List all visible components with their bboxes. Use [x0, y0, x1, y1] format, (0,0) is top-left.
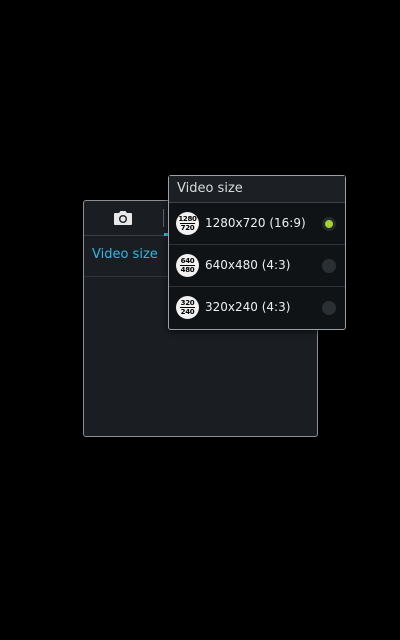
option-320x240[interactable]: 320 240 320x240 (4:3): [169, 286, 345, 329]
option-label: 1280x720 (16:9): [205, 216, 306, 230]
dialog-title: Video size: [177, 181, 243, 196]
resolution-icon: 1280 720: [176, 212, 199, 235]
tab-camera[interactable]: [84, 201, 162, 235]
video-size-dialog: Video size 1280 720 1280x720 (16:9) 640 …: [168, 175, 346, 330]
dialog-header: Video size: [169, 176, 345, 203]
screen: Video size Video size 1280 720 1280x720 …: [0, 0, 400, 640]
resolution-icon: 320 240: [176, 296, 199, 319]
option-1280x720[interactable]: 1280 720 1280x720 (16:9): [169, 203, 345, 245]
option-label: 640x480 (4:3): [205, 258, 291, 272]
resolution-icon: 640 480: [176, 254, 199, 277]
camera-icon: [114, 211, 132, 225]
option-label: 320x240 (4:3): [205, 300, 291, 314]
settings-row-label: Video size: [92, 247, 158, 262]
radio-button[interactable]: [322, 301, 336, 315]
option-640x480[interactable]: 640 480 640x480 (4:3): [169, 244, 345, 287]
radio-button[interactable]: [322, 259, 336, 273]
radio-button-selected[interactable]: [322, 217, 336, 231]
